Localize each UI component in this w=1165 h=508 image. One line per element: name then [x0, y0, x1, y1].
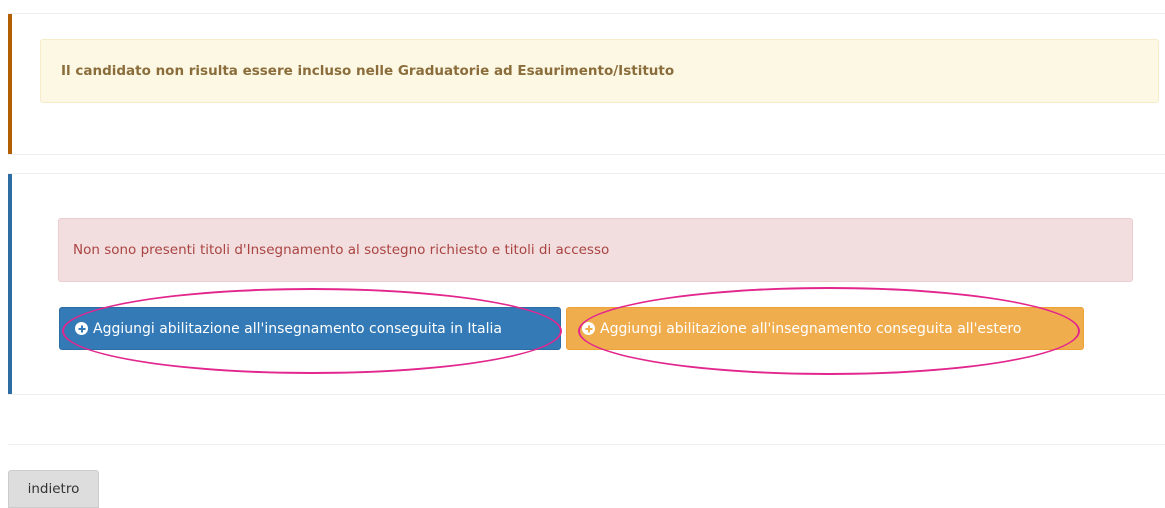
- add-abroad-qualification-label: Aggiungi abilitazione all'insegnamento c…: [600, 320, 1022, 337]
- back-button-label: indietro: [27, 481, 80, 497]
- divider-mid-1: [8, 154, 1165, 155]
- panel-accent-info: [8, 174, 12, 394]
- plus-circle-icon: [75, 322, 88, 335]
- add-italy-qualification-button[interactable]: Aggiungi abilitazione all'insegnamento c…: [59, 307, 561, 350]
- titles-panel: Non sono presenti titoli d'Insegnamento …: [8, 174, 1165, 394]
- page: Il candidato non risulta essere incluso …: [0, 0, 1165, 508]
- gae-status-message: Il candidato non risulta essere incluso …: [61, 63, 675, 79]
- add-italy-qualification-label: Aggiungi abilitazione all'insegnamento c…: [93, 320, 502, 337]
- divider-bottom-2: [8, 444, 1165, 445]
- divider-bottom-1: [8, 394, 1165, 395]
- plus-circle-icon: [582, 322, 595, 335]
- add-abroad-qualification-button[interactable]: Aggiungi abilitazione all'insegnamento c…: [566, 307, 1084, 350]
- back-button[interactable]: indietro: [8, 470, 99, 508]
- no-titles-alert: Non sono presenti titoli d'Insegnamento …: [58, 218, 1133, 282]
- gae-status-alert: Il candidato non risulta essere incluso …: [40, 39, 1159, 103]
- no-titles-message: Non sono presenti titoli d'Insegnamento …: [73, 242, 610, 258]
- gae-status-panel: Il candidato non risulta essere incluso …: [8, 14, 1165, 154]
- panel-accent-warning: [8, 14, 12, 154]
